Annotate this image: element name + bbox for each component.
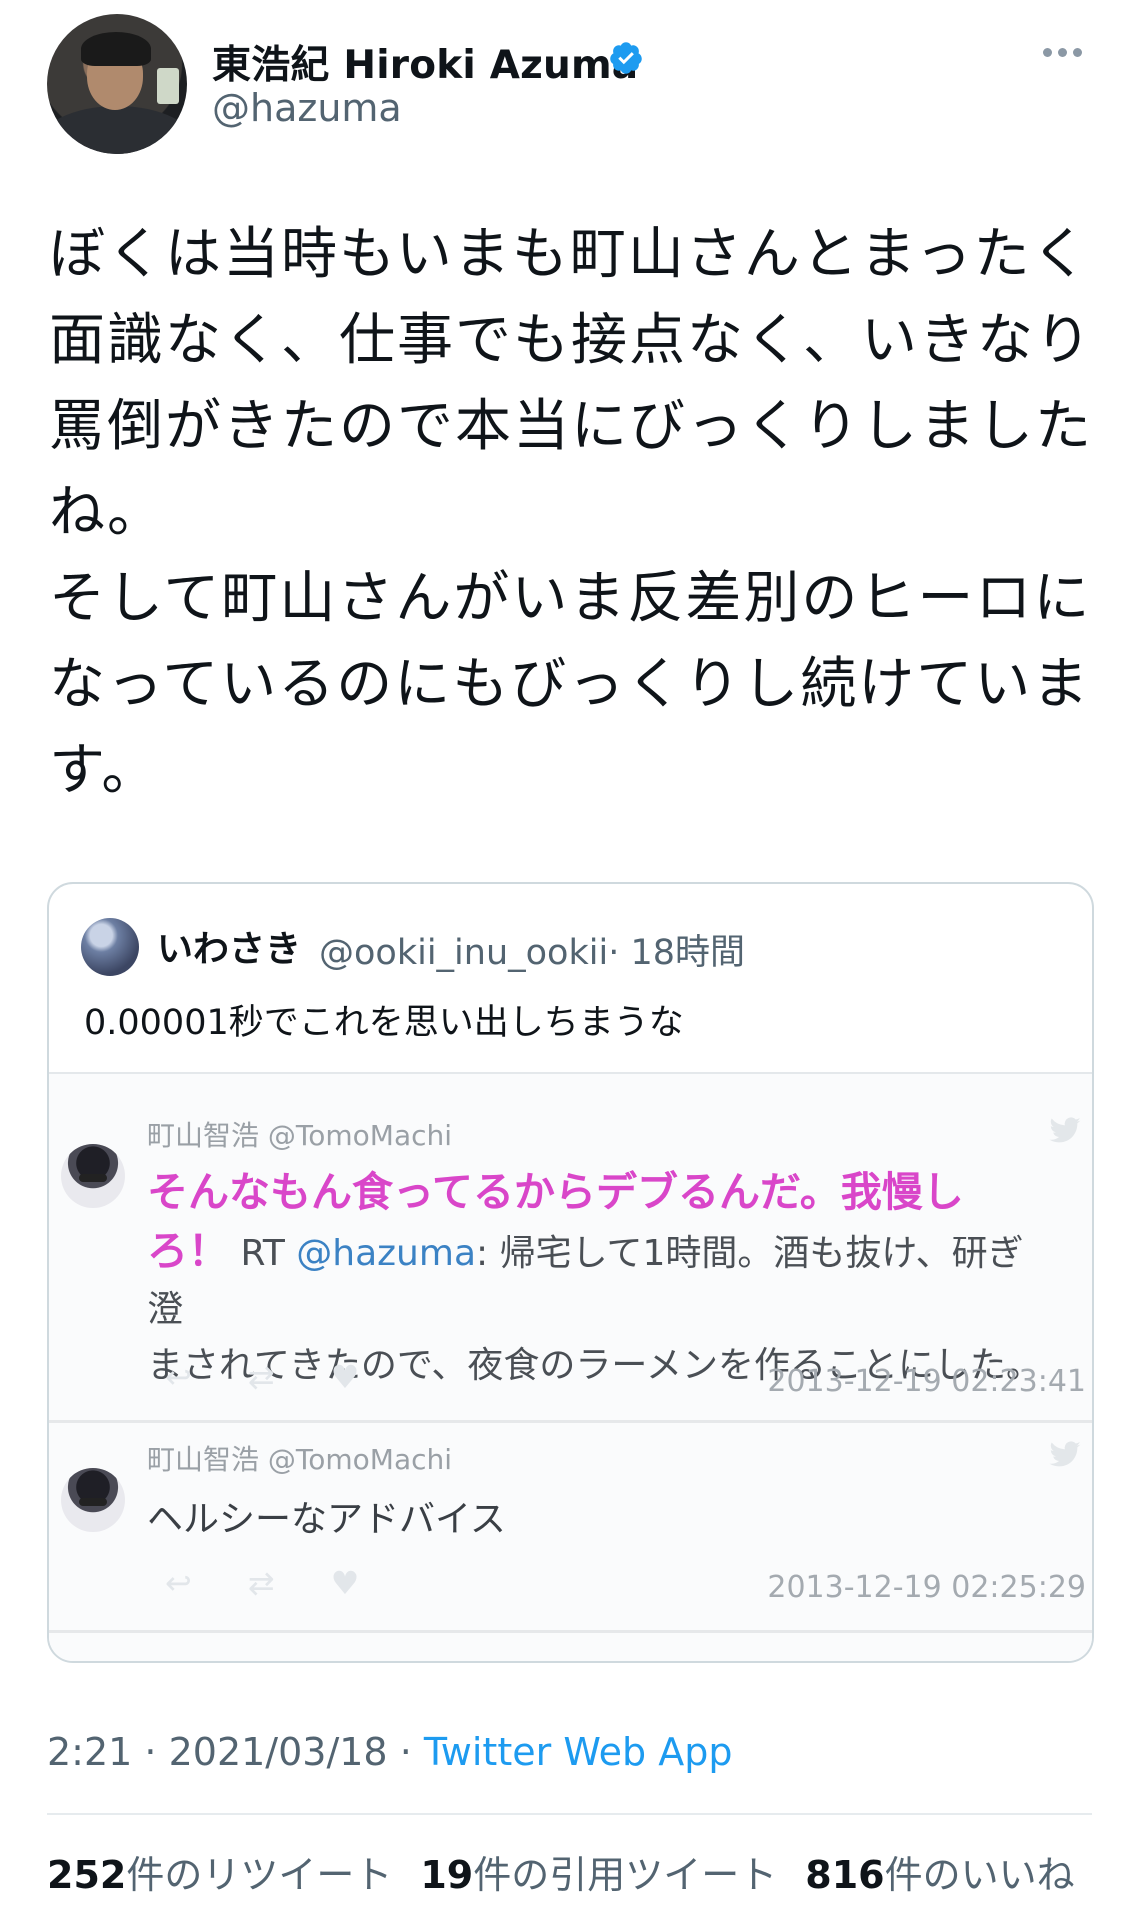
embedded-screenshot: 町山智浩 @TomoMachi そんなもん食ってるからデブるんだ。我慢し ろ！ … (49, 1072, 1092, 1661)
reply-icon: ↩ (165, 1564, 192, 1602)
entry-divider (49, 1630, 1092, 1633)
twitter-bird-icon (1049, 1441, 1081, 1467)
quoted-tweet-card[interactable]: いわさき @ookii_inu_ookii· 18時間 0.00001秒でこれを… (47, 882, 1094, 1663)
tweet-detail-page: 東浩紀 Hiroki Azuma @hazuma ぼくは当時もいまも町山さんとま… (0, 0, 1139, 1920)
separator: · (387, 1730, 424, 1774)
embedded-author: 町山智浩 @TomoMachi (147, 1443, 453, 1476)
quoted-text: 0.00001秒でこれを思い出しちまうな (84, 1003, 684, 1043)
heart-icon: ♥ (330, 1564, 360, 1602)
quotes-stat[interactable]: 19件の引用ツイート (420, 1844, 777, 1899)
quotes-count: 19 (420, 1853, 474, 1897)
likes-label: 件のいいね (884, 1853, 1075, 1897)
retweets-count: 252 (47, 1853, 127, 1897)
quoted-age: · 18時間 (608, 933, 745, 973)
embedded-timestamp: 2013-12-19 02:23:41 (767, 1364, 1086, 1399)
quoted-author-handle: @ookii_inu_ookii· 18時間 (319, 924, 745, 975)
twitter-bird-icon (1049, 1117, 1081, 1143)
likes-count: 816 (805, 1853, 885, 1897)
retweet-icon: ⇄ (247, 1564, 275, 1602)
likes-stat[interactable]: 816件のいいね (805, 1844, 1074, 1899)
tweet-time[interactable]: 2:21 (47, 1730, 132, 1774)
entry-divider (49, 1420, 1092, 1423)
embedded-avatar (61, 1144, 125, 1208)
embedded-author: 町山智浩 @TomoMachi (147, 1119, 453, 1152)
quoted-handle-text: @ookii_inu_ookii (319, 933, 609, 973)
retweet-icon: ⇄ (247, 1358, 275, 1396)
author-name[interactable]: 東浩紀 Hiroki Azuma (212, 34, 638, 90)
quoted-author-avatar (81, 918, 139, 976)
quotes-label: 件の引用ツイート (473, 1853, 778, 1897)
embedded-timestamp: 2013-12-19 02:25:29 (767, 1570, 1086, 1605)
verified-badge-icon (610, 42, 642, 74)
embedded-actions: ↩ ⇄ ♥ (165, 1564, 359, 1602)
author-handle[interactable]: @hazuma (212, 86, 402, 130)
embedded-avatar (61, 1468, 125, 1532)
more-options-icon[interactable] (1043, 48, 1085, 62)
divider (47, 1813, 1092, 1815)
embedded-actions: ↩ ⇄ ♥ (165, 1358, 359, 1396)
tweet-date[interactable]: 2021/03/18 (169, 1730, 388, 1774)
tweet-text: ぼくは当時もいまも町山さんとまったく 面識なく、仕事でも接点なく、いきなり 罵倒… (49, 222, 1093, 803)
reply-icon: ↩ (165, 1358, 192, 1396)
embedded-rt: RT (229, 1233, 297, 1274)
tweet-timestamp: 2:21 · 2021/03/18 · Twitter Web App (47, 1730, 732, 1774)
retweets-label: 件のリツイート (126, 1853, 393, 1897)
separator: · (132, 1730, 169, 1774)
tweet-stats: 252件のリツイート 19件の引用ツイート 816件のいいね (47, 1844, 1075, 1899)
embedded-body: ヘルシーなアドバイス (147, 1499, 506, 1540)
author-avatar[interactable] (47, 14, 187, 154)
embedded-mention: @hazuma (296, 1233, 476, 1274)
quoted-author-name: いわさき (157, 929, 302, 970)
tweet-app-link[interactable]: Twitter Web App (424, 1730, 733, 1774)
retweets-stat[interactable]: 252件のリツイート (47, 1844, 392, 1899)
heart-icon: ♥ (330, 1358, 360, 1396)
